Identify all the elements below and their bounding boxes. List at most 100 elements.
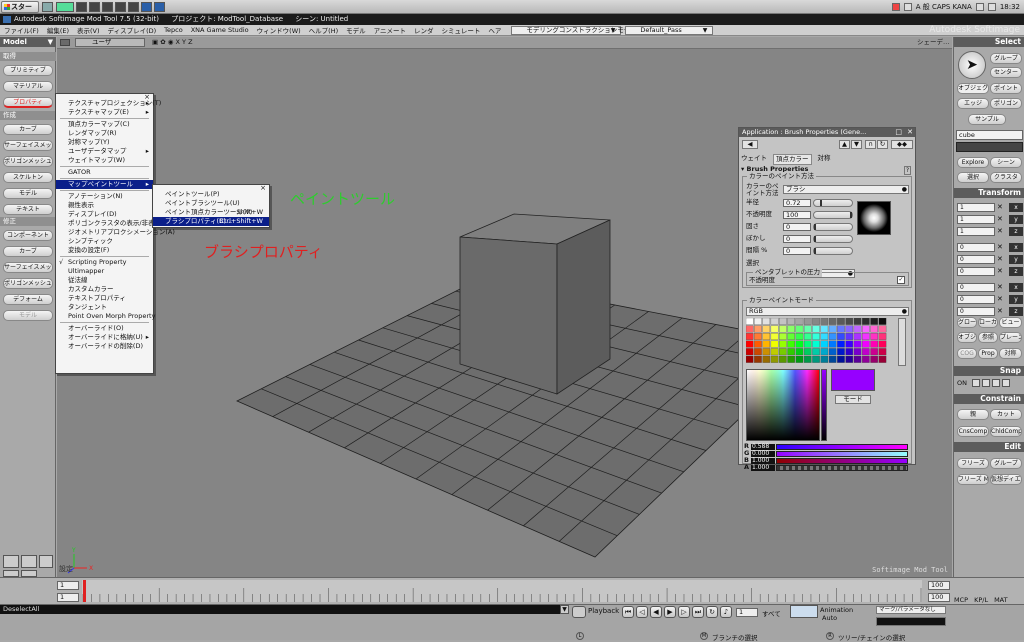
color-swatch[interactable] [878,325,887,333]
context-menu-item[interactable]: Ultimapper [56,267,153,276]
color-swatch[interactable] [862,325,870,333]
color-swatch[interactable] [845,348,854,356]
context-menu-item[interactable]: レンダマップ(R) [56,129,153,138]
tab-mcp[interactable]: MCP [954,596,968,604]
submenu-item[interactable]: ペイントツール(P) [153,190,269,199]
quicklaunch-tool-icon[interactable] [89,2,100,12]
window-titlebar[interactable]: Autodesk Softimage Mod Tool 7.5 (32-bit)… [0,14,1024,25]
quicklaunch-tool-icon[interactable] [102,2,113,12]
color-swatch[interactable] [795,333,804,340]
brush-param-field[interactable]: 100 [783,211,811,219]
color-swatch[interactable] [779,325,787,333]
explore-selection-button[interactable]: 選択 [957,172,989,183]
color-swatch[interactable] [853,325,862,333]
brush-param-slider[interactable] [813,199,853,207]
auto-key-toggle[interactable]: Auto [822,614,837,622]
color-swatch[interactable] [795,340,804,348]
color-swatch[interactable] [870,318,878,325]
explore-scene-button[interactable]: シーン [990,157,1022,168]
transform-lock-icon[interactable]: ✕ [997,227,1003,235]
color-swatch[interactable] [870,333,878,340]
select-polygon-button[interactable]: ポリゴン [990,98,1022,109]
snap-on-toggle[interactable]: ON [957,379,967,387]
color-swatch[interactable] [845,325,854,333]
chldcomp-button[interactable]: ChldComp [990,426,1022,437]
context-menu-item[interactable]: オーバーライドに格納(U) ▸ [56,333,153,342]
chevron-down-icon[interactable]: ▼ [560,605,569,614]
toolbar-selector[interactable]: Model ▼ [0,37,56,47]
marker-param-slider[interactable] [876,617,946,626]
transform-value-field[interactable]: 1 [957,215,995,224]
brush-param-slider[interactable] [813,211,853,219]
submenu-item[interactable]: ブラシプロパティ(B)... Ctrl+Shift+W [153,217,269,226]
layout-bottom-icon[interactable] [21,570,37,577]
color-swatch[interactable] [862,333,870,340]
color-swatch[interactable] [837,333,845,340]
transform-lock-icon[interactable]: ✕ [997,295,1003,303]
property-button[interactable]: プロパティ [3,97,53,108]
color-swatch[interactable] [878,355,887,363]
color-swatch[interactable] [803,333,812,340]
ref-object-button[interactable]: オブジェクト [957,332,977,343]
transform-value-field[interactable]: 1 [957,203,995,212]
play-icon[interactable]: ▶ [664,606,676,618]
color-swatch[interactable] [837,318,845,325]
context-menu-item[interactable]: テクスチャマップ(E) ▸ [56,108,153,117]
first-frame-icon[interactable]: ⏮ [622,606,634,618]
color-swatch[interactable] [837,348,845,356]
color-swatch[interactable] [820,325,829,333]
color-swatch[interactable] [754,325,762,333]
color-swatch[interactable] [779,318,787,325]
eye-icon[interactable]: ◉ [168,38,174,46]
color-swatch[interactable] [853,318,862,325]
command-line[interactable]: DeselectAll [0,605,568,614]
context-menu-item[interactable]: ウェイトマップ(W) [56,156,153,165]
select-object-button[interactable]: オブジェクト [957,83,989,94]
color-swatch[interactable] [770,318,779,325]
brush-param-slider[interactable] [813,247,853,255]
axis-button[interactable]: y [1009,255,1023,264]
viewport-letter-icon[interactable] [60,39,70,46]
transform-lock-icon[interactable]: ✕ [997,243,1003,251]
brush-param-field[interactable]: 0 [783,223,811,231]
transform-lock-icon[interactable]: ✕ [997,215,1003,223]
explore-cluster-button[interactable]: クラスタ [990,172,1022,183]
ref-reference-button[interactable]: 参照 [978,332,998,343]
layout-split-icon[interactable] [39,555,53,568]
color-swatch[interactable] [820,318,829,325]
explore-button[interactable]: Explore [957,157,989,168]
color-swatch[interactable] [762,348,771,356]
network-icon[interactable] [903,3,912,11]
color-swatch[interactable] [828,325,837,333]
context-menu-item[interactable]: カスタムカラー [56,285,153,294]
render-pass-combo[interactable]: Default_Pass ▼ [625,25,714,35]
color-paint-method-select[interactable]: ブラシ ● [783,185,909,194]
color-swatch[interactable] [845,318,854,325]
color-swatch[interactable] [754,348,762,356]
color-swatch[interactable] [779,348,787,356]
snap-surface-icon[interactable] [1002,379,1010,387]
color-swatch[interactable] [787,318,795,325]
color-swatch[interactable] [862,318,870,325]
color-swatch[interactable] [746,325,754,333]
create-curve-button[interactable]: カーブ [3,124,53,135]
create-model-button[interactable]: モデル [3,188,53,199]
timeline-range-end-field[interactable]: 100 [928,593,950,602]
playback-label[interactable]: Playback [588,607,619,615]
prev-key-icon[interactable]: ◁ [636,606,648,618]
color-swatch[interactable] [878,318,887,325]
snap-grid-icon[interactable] [972,379,980,387]
timeline-end-field[interactable]: 100 [928,581,950,590]
transform-value-field[interactable]: 0 [957,307,995,316]
constrain-parent-button[interactable]: 親 [957,409,989,420]
axis-button[interactable]: z [1009,227,1023,236]
context-menu-item[interactable]: 変換の設定(F) [56,246,153,255]
color-picker-field[interactable] [746,369,820,441]
slider-thumb[interactable] [814,248,816,254]
brush-param-field[interactable]: 0 [783,235,811,243]
color-swatch[interactable] [746,318,754,325]
color-swatch[interactable] [812,348,820,356]
transform-value-field[interactable]: 0 [957,243,995,252]
color-swatch[interactable] [762,318,771,325]
maximize-icon[interactable]: □ [895,128,902,136]
